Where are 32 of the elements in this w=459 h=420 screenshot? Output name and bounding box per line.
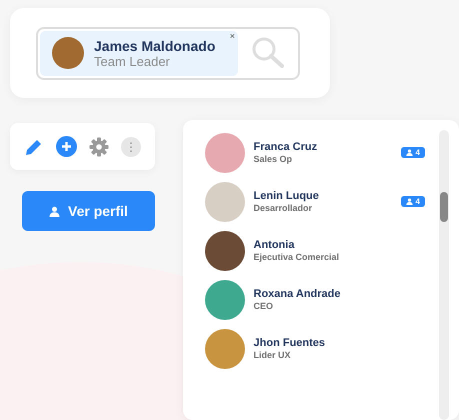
person-icon [49,206,60,216]
person-role: CEO [254,301,274,311]
avatar-photo [204,230,245,270]
avatar-photo [204,182,245,222]
user-search-field[interactable]: James Maldonado Team Leader × [36,26,300,80]
avatar-photo [204,280,245,320]
avatar-photo [204,328,245,368]
profile-button[interactable]: Ver perfil [22,191,155,231]
person-name: Lenin Luque [254,190,320,202]
settings-icon[interactable] [89,136,109,156]
person-item[interactable]: Antonia Ejecutiva Comercial [204,230,439,271]
person-role: Desarrollador [254,203,314,213]
person-role: Sales Op [254,154,294,164]
user-role: Team Leader [94,54,171,68]
person-name: Jhon Fuentes [254,337,326,349]
member-count-badge: 4 [400,147,425,158]
scrollbar[interactable] [439,130,449,420]
person-item[interactable]: Jhon Fuentes Lider UX [204,328,439,369]
avatar-photo [52,37,84,69]
user-name: James Maldonado [94,38,216,54]
person-name: Antonia [254,239,296,251]
person-item[interactable]: Lenin Luque Desarrollador 4 [204,181,439,222]
person-item[interactable]: Franca Cruz Sales Op 4 [204,132,439,173]
add-icon[interactable] [56,136,77,157]
remove-button[interactable]: × [230,30,235,40]
person-role: Ejecutiva Comercial [254,252,340,262]
person-item[interactable]: Roxana Andrade CEO [204,279,439,320]
person-name: Roxana Andrade [254,288,342,300]
person-name: Franca Cruz [254,141,318,153]
person-role: Lider UX [254,350,292,360]
avatar-photo [204,132,245,172]
member-count-badge: 4 [400,196,425,207]
